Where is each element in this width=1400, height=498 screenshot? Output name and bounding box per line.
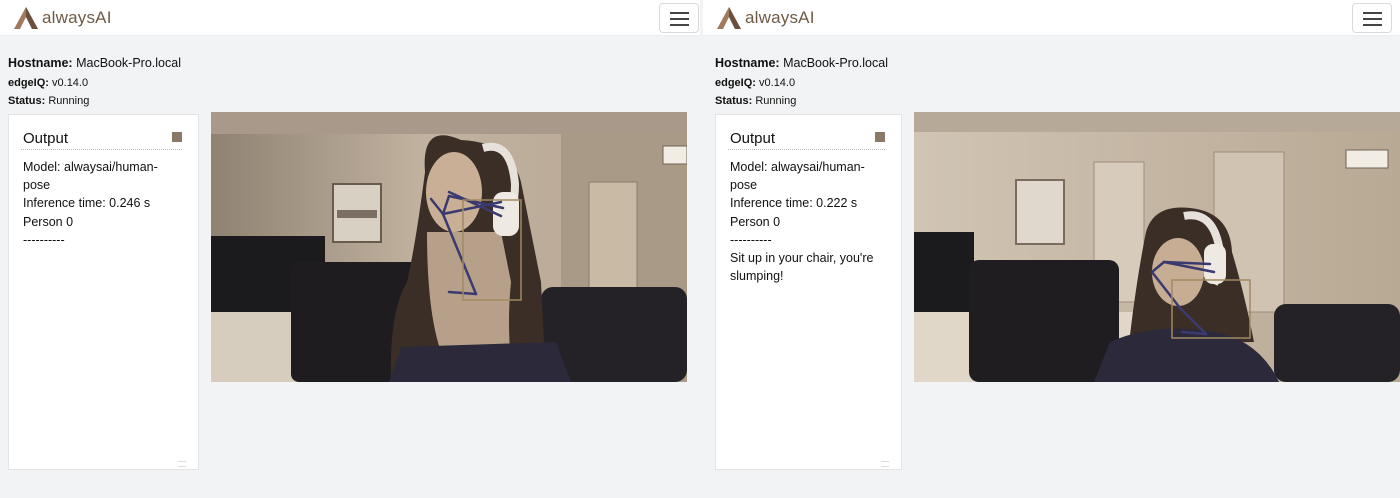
output-title: Output bbox=[730, 130, 776, 147]
brand[interactable]: alwaysAI bbox=[715, 5, 815, 31]
status-value: Running bbox=[755, 95, 797, 107]
output-line-inference: Inference time: 0.246 s bbox=[23, 196, 151, 211]
hostname-label: Hostname: bbox=[8, 56, 73, 70]
output-line-person: Person 0 bbox=[730, 214, 781, 229]
edgeiq-label: edgeIQ: bbox=[8, 77, 49, 89]
resize-handle[interactable] bbox=[881, 461, 889, 467]
alwaysai-logo-icon bbox=[717, 7, 741, 29]
output-log: Model: alwaysai/human-pose Inference tim… bbox=[23, 158, 173, 249]
status-row: Status: Running bbox=[715, 95, 796, 107]
hostname-row: Hostname: MacBook-Pro.local bbox=[715, 56, 888, 70]
brand-name: alwaysAI bbox=[745, 8, 815, 27]
navbar: alwaysAI bbox=[703, 0, 1400, 36]
output-line-separator: ---------- bbox=[23, 232, 65, 247]
output-title: Output bbox=[23, 130, 69, 147]
hostname-row: Hostname: MacBook-Pro.local bbox=[8, 56, 181, 70]
stop-square-icon[interactable] bbox=[875, 132, 885, 142]
hostname-label: Hostname: bbox=[715, 56, 780, 70]
status-label: Status: bbox=[715, 95, 753, 107]
output-line-person: Person 0 bbox=[23, 214, 74, 229]
output-line-model: Model: alwaysai/human-pose bbox=[23, 160, 158, 193]
stream-panel-left: alwaysAI Hostname: MacBook-Pro.local edg… bbox=[0, 0, 700, 498]
brand-name: alwaysAI bbox=[42, 8, 112, 27]
status-value: Running bbox=[48, 95, 90, 107]
divider bbox=[728, 149, 885, 150]
video-stream bbox=[211, 112, 687, 382]
edgeiq-label: edgeIQ: bbox=[715, 77, 756, 89]
brand[interactable]: alwaysAI bbox=[12, 5, 112, 31]
resize-handle[interactable] bbox=[178, 461, 186, 467]
navbar: alwaysAI bbox=[0, 0, 700, 36]
hostname-value: MacBook-Pro.local bbox=[783, 56, 888, 70]
pose-estimation-video-frame bbox=[211, 112, 687, 382]
alwaysai-logo-icon bbox=[14, 7, 38, 29]
stream-panel-right: alwaysAI Hostname: MacBook-Pro.local edg… bbox=[703, 0, 1400, 498]
status-row: Status: Running bbox=[8, 95, 89, 107]
video-stream bbox=[914, 112, 1400, 382]
hamburger-menu-icon bbox=[670, 12, 689, 14]
output-line-model: Model: alwaysai/human-pose bbox=[730, 160, 865, 193]
hamburger-menu-button[interactable] bbox=[1352, 3, 1392, 33]
edgeiq-version: v0.14.0 bbox=[759, 77, 796, 89]
posture-alert: Sit up in your chair, you're slumping! bbox=[730, 251, 874, 284]
pose-estimation-video-frame bbox=[914, 112, 1400, 382]
output-log: Model: alwaysai/human-pose Inference tim… bbox=[730, 158, 880, 285]
output-card: Output Model: alwaysai/human-pose Infere… bbox=[715, 114, 902, 470]
edgeiq-row: edgeIQ: v0.14.0 bbox=[715, 77, 795, 89]
status-label: Status: bbox=[8, 95, 46, 107]
edgeiq-version: v0.14.0 bbox=[52, 77, 89, 89]
hostname-value: MacBook-Pro.local bbox=[76, 56, 181, 70]
hamburger-menu-button[interactable] bbox=[659, 3, 699, 33]
hamburger-menu-icon bbox=[1363, 12, 1382, 14]
output-line-inference: Inference time: 0.222 s bbox=[730, 196, 858, 211]
divider bbox=[21, 149, 182, 150]
edgeiq-row: edgeIQ: v0.14.0 bbox=[8, 77, 88, 89]
output-line-separator: ---------- bbox=[730, 232, 772, 247]
output-card: Output Model: alwaysai/human-pose Infere… bbox=[8, 114, 199, 470]
stop-square-icon[interactable] bbox=[172, 132, 182, 142]
